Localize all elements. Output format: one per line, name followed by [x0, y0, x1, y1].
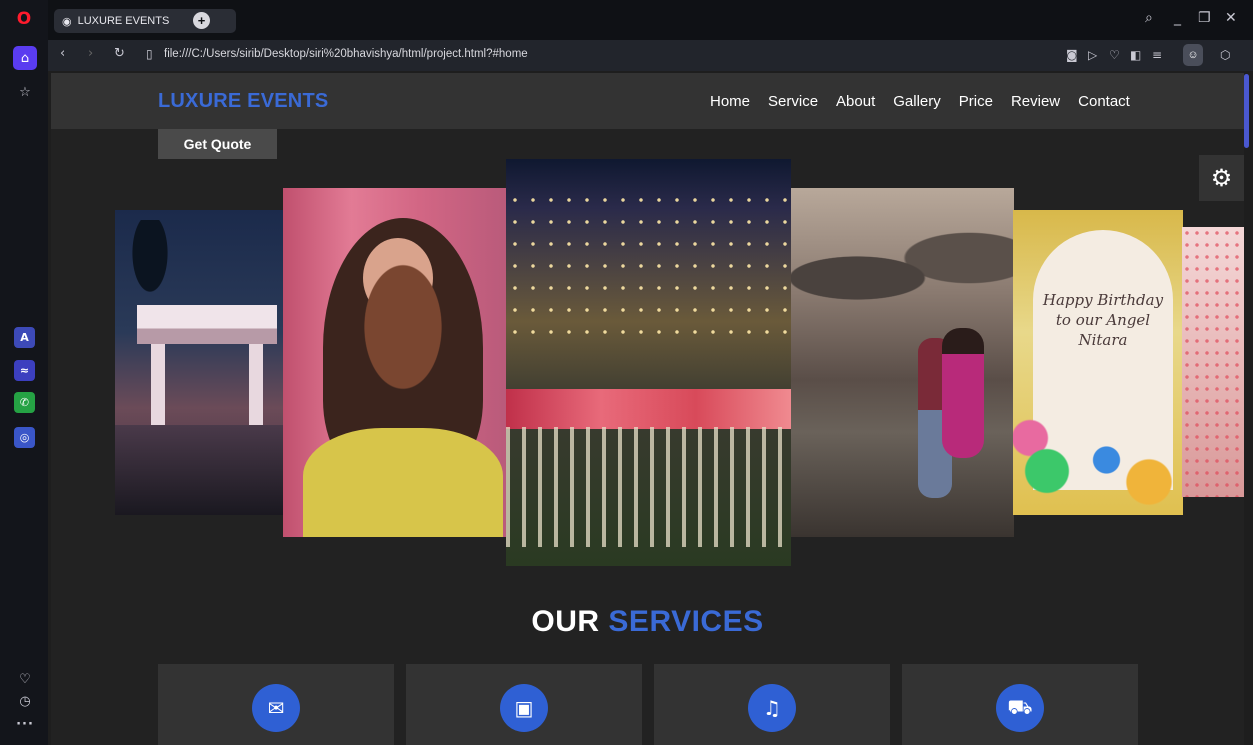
restore-icon[interactable]: ❐: [1198, 10, 1211, 26]
site-logo[interactable]: LUXURE EVENTS: [158, 90, 328, 113]
profile-icon[interactable]: ☺: [1183, 44, 1203, 66]
aria-icon[interactable]: A: [14, 327, 35, 348]
easy-setup-icon[interactable]: ≡: [1152, 48, 1162, 62]
photo-balloons: [1013, 405, 1183, 515]
minimize-icon[interactable]: _: [1174, 10, 1181, 26]
gallery-photo-banquet[interactable]: [506, 159, 791, 566]
nav-review[interactable]: Review: [1011, 93, 1060, 110]
reload-icon[interactable]: ↻: [114, 46, 125, 61]
nav-gallery[interactable]: Gallery: [893, 93, 941, 110]
birthday-text: Happy Birthday to our Angel Nitara: [1042, 291, 1164, 349]
services-heading-main: OUR: [531, 605, 600, 638]
home-icon[interactable]: ⌂: [13, 46, 37, 70]
site-header: LUXURE EVENTS Home Service About Gallery…: [51, 73, 1244, 129]
back-icon[interactable]: ‹: [60, 46, 65, 61]
whatsapp-icon[interactable]: ✆: [14, 392, 35, 413]
photo-table: [506, 389, 791, 429]
gallery-photo-birthday[interactable]: Happy Birthday to our Angel Nitara: [1013, 210, 1183, 515]
heart-icon[interactable]: ♡: [1109, 48, 1120, 62]
service-card-email[interactable]: ✉: [158, 664, 394, 745]
search-icon[interactable]: ⌕: [1145, 10, 1153, 26]
photo-chairs: [506, 427, 791, 547]
page-icon: ▯: [146, 47, 153, 61]
instagram-icon[interactable]: ◎: [14, 427, 35, 448]
service-card-photos[interactable]: ▣: [406, 664, 642, 745]
tab-title: LUXURE EVENTS: [77, 15, 170, 27]
nav-price[interactable]: Price: [959, 93, 993, 110]
car-icon: ⛟: [996, 684, 1044, 732]
photo-dress: [303, 428, 503, 537]
globe-icon: ◉: [62, 14, 72, 28]
photo-lights: [506, 189, 791, 339]
photo-mandap: [137, 305, 277, 435]
close-icon[interactable]: ✕: [1225, 10, 1237, 26]
messenger-icon[interactable]: ≈: [14, 360, 35, 381]
scrollbar-thumb[interactable]: [1244, 74, 1249, 148]
gear-icon[interactable]: ⚙: [1199, 155, 1244, 201]
nav-home[interactable]: Home: [710, 93, 750, 110]
star-icon[interactable]: ☆: [13, 80, 37, 104]
service-card-car[interactable]: ⛟: [902, 664, 1138, 745]
url-field[interactable]: file:///C:/Users/sirib/Desktop/siri%20bh…: [164, 48, 528, 60]
send-icon[interactable]: ▷: [1088, 48, 1097, 62]
more-icon[interactable]: ···: [13, 712, 37, 736]
tab-strip: ◉ LUXURE EVENTS + ⌕ _ ❐ ✕: [48, 0, 1253, 40]
photo-confetti: [1182, 227, 1244, 497]
photo-hands: [343, 263, 463, 423]
wallet-icon[interactable]: ◧: [1130, 48, 1141, 62]
main-nav: Home Service About Gallery Price Review …: [710, 93, 1130, 110]
history-icon[interactable]: ◷: [13, 689, 37, 713]
gallery-photo-mandap[interactable]: [115, 210, 285, 515]
services-heading-accent: SERVICES: [608, 605, 764, 638]
heart-icon[interactable]: ♡: [13, 667, 37, 691]
envelope-icon: ✉: [252, 684, 300, 732]
gallery-photo-couple-beach[interactable]: [790, 188, 1014, 537]
photo-floor: [115, 425, 285, 515]
nav-contact[interactable]: Contact: [1078, 93, 1130, 110]
page-viewport: LUXURE EVENTS Home Service About Gallery…: [51, 73, 1244, 745]
nav-about[interactable]: About: [836, 93, 875, 110]
forward-icon[interactable]: ›: [88, 46, 93, 61]
gallery-photo-bride[interactable]: [283, 188, 511, 537]
camera-icon[interactable]: ◙: [1066, 48, 1078, 62]
photo-woman: [942, 328, 984, 458]
music-icon: ♫: [748, 684, 796, 732]
images-icon: ▣: [500, 684, 548, 732]
photo-clouds: [790, 228, 1014, 328]
get-quote-button[interactable]: Get Quote: [158, 129, 277, 159]
gallery-photo-partial[interactable]: [1182, 227, 1244, 497]
new-tab-button[interactable]: +: [193, 12, 210, 29]
browser-sidebar: O ⌂ ☆ A ≈ ✆ ◎ ♡ ◷ ···: [0, 0, 48, 745]
nav-service[interactable]: Service: [768, 93, 818, 110]
service-card-music[interactable]: ♫: [654, 664, 890, 745]
extensions-icon[interactable]: ⬡: [1220, 48, 1230, 62]
opera-logo-icon[interactable]: O: [13, 8, 35, 30]
services-heading: OUR SERVICES: [51, 605, 1244, 639]
address-bar: ‹ › ↻ ▯ file:///C:/Users/sirib/Desktop/s…: [48, 40, 1253, 71]
